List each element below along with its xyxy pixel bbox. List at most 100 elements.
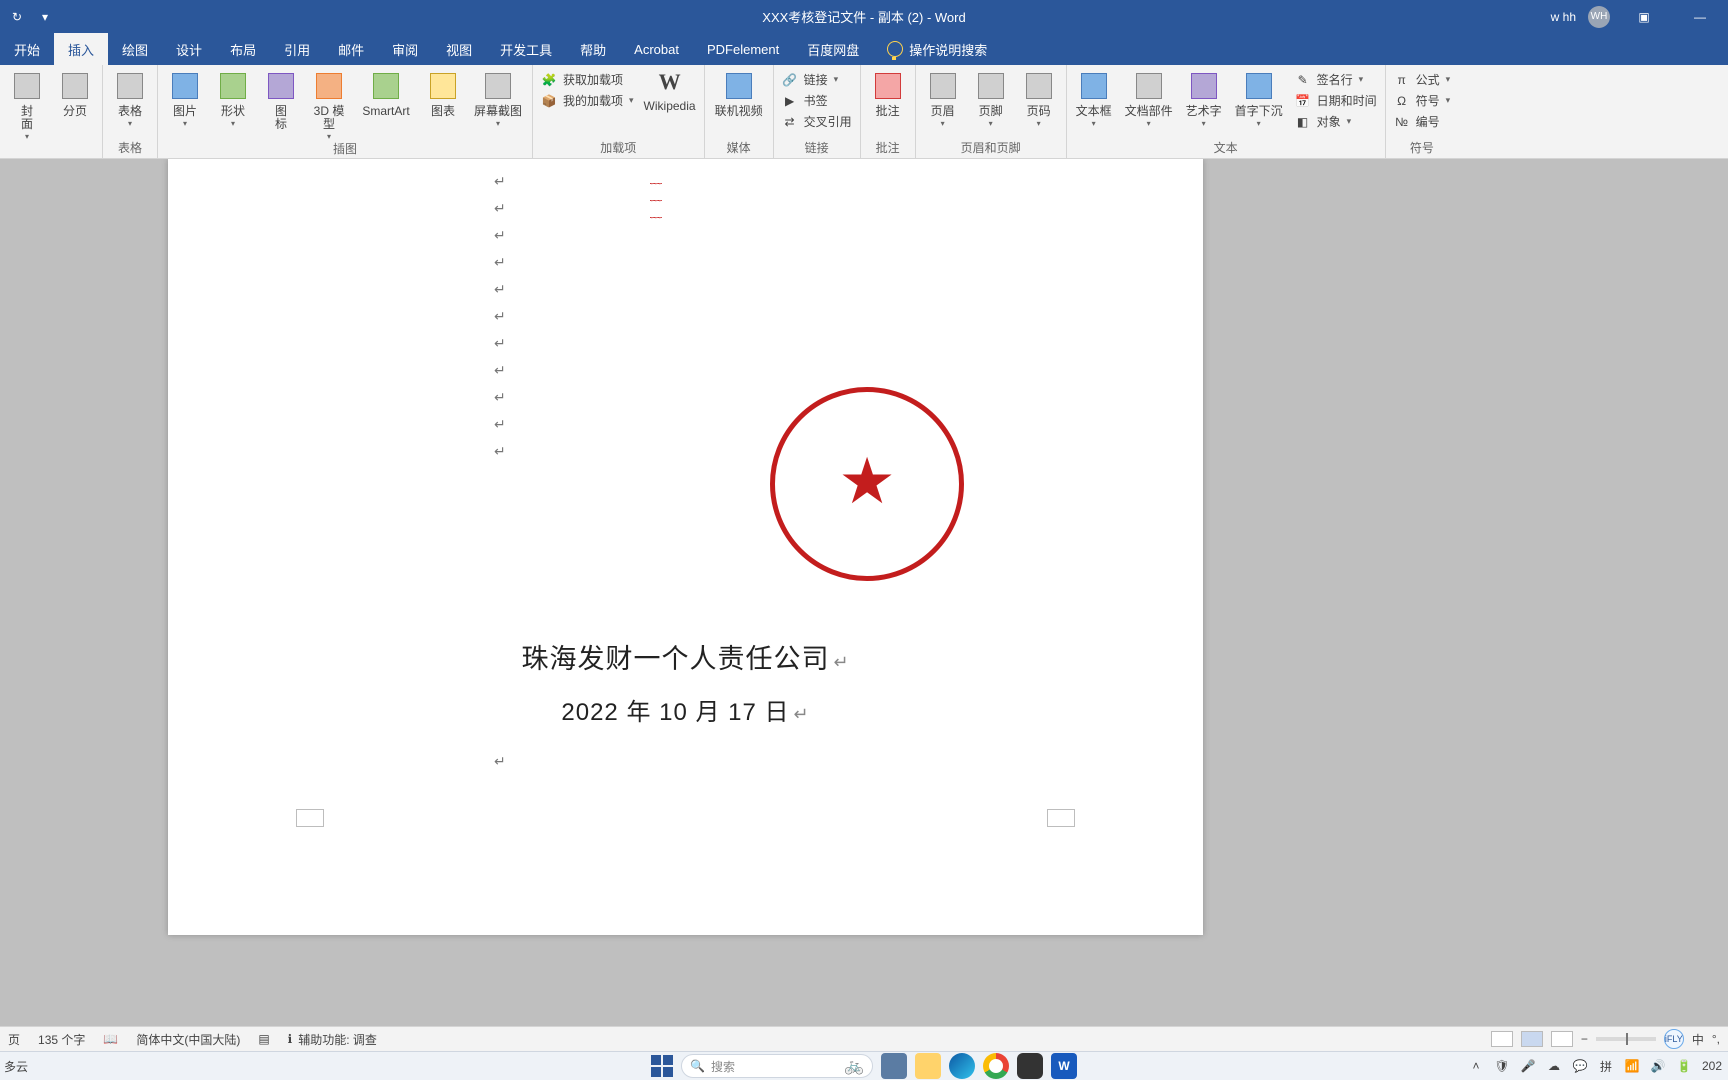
page-margin-corner xyxy=(296,809,324,827)
page-break-button[interactable]: 分页 xyxy=(56,67,94,118)
tray-volume-icon[interactable]: 🔊 xyxy=(1650,1058,1666,1074)
autosave-icon[interactable]: ↻ xyxy=(8,8,26,26)
paragraph-mark: ↵ xyxy=(494,753,506,770)
signature-line-button[interactable]: ✎签名行▾ xyxy=(1295,71,1377,88)
footer-button[interactable]: 页脚▾ xyxy=(972,67,1010,128)
document-page[interactable]: ﹏﹏﹏ ↵↵↵↵↵↵↵↵↵↵↵ ★ 珠海发财一个人责任公司↵ 2022 年 10… xyxy=(168,159,1203,935)
tab-mailings[interactable]: 邮件 xyxy=(324,33,378,65)
tab-home[interactable]: 开始 xyxy=(0,33,54,65)
wordart-button[interactable]: 艺术字▾ xyxy=(1185,67,1223,128)
object-button[interactable]: ◧对象▾ xyxy=(1295,113,1377,130)
status-macro[interactable]: ▤ xyxy=(258,1032,269,1046)
user-avatar[interactable]: WH xyxy=(1588,6,1610,28)
tell-me-search[interactable]: 操作说明搜索 xyxy=(873,33,987,65)
status-language[interactable]: 简体中文(中国大陆) xyxy=(136,1031,240,1048)
status-bar: 页 135 个字 📖 简体中文(中国大陆) ▤ ℹ辅助功能: 调查 − iFLY… xyxy=(0,1026,1728,1051)
date-line[interactable]: 2022 年 10 月 17 日↵ xyxy=(168,692,1203,727)
tab-insert[interactable]: 插入 xyxy=(54,33,108,65)
status-word-count[interactable]: 135 个字 xyxy=(38,1031,85,1048)
taskview-icon[interactable] xyxy=(881,1053,907,1079)
tab-pdfelement[interactable]: PDFelement xyxy=(693,33,793,65)
pi-icon: π xyxy=(1394,72,1410,88)
company-name-line[interactable]: 珠海发财一个人责任公司↵ xyxy=(168,637,1203,676)
tab-developer[interactable]: 开发工具 xyxy=(486,33,566,65)
page-number-button[interactable]: 页码▾ xyxy=(1020,67,1058,128)
status-page[interactable]: 页 xyxy=(8,1031,20,1048)
table-button[interactable]: 表格▾ xyxy=(111,67,149,128)
equation-button[interactable]: π公式▾ xyxy=(1394,71,1451,88)
minimize-button[interactable]: — xyxy=(1678,0,1722,33)
header-button[interactable]: 页眉▾ xyxy=(924,67,962,128)
explorer-icon[interactable] xyxy=(915,1053,941,1079)
smartart-button[interactable]: SmartArt xyxy=(358,67,414,118)
tab-help[interactable]: 帮助 xyxy=(566,33,620,65)
wikipedia-button[interactable]: WWikipedia xyxy=(644,67,696,113)
tab-references[interactable]: 引用 xyxy=(270,33,324,65)
tray-ime-icon[interactable]: 拼 xyxy=(1598,1058,1614,1074)
zoom-slider[interactable] xyxy=(1596,1037,1656,1041)
chart-button[interactable]: 图表 xyxy=(424,67,462,118)
person-icon: ℹ xyxy=(288,1032,293,1046)
group-symbols: π公式▾ Ω符号▾ №编号 符号 xyxy=(1386,65,1459,158)
print-layout-button[interactable] xyxy=(1521,1031,1543,1047)
status-spellcheck[interactable]: 📖 xyxy=(103,1032,118,1046)
word-icon[interactable]: W xyxy=(1051,1053,1077,1079)
store-icon: 🧩 xyxy=(541,72,557,88)
comment-button[interactable]: 批注 xyxy=(869,67,907,118)
tray-chevron-icon[interactable]: ˄ xyxy=(1468,1058,1484,1074)
taskbar-search[interactable]: 🔍 搜索 🚲 xyxy=(681,1054,873,1078)
bookmark-button[interactable]: ▶书签 xyxy=(782,92,852,109)
pictures-button[interactable]: 图片▾ xyxy=(166,67,204,128)
addins-icon: 📦 xyxy=(541,93,557,109)
group-tables: 表格▾ 表格 xyxy=(103,65,158,158)
zoom-out-button[interactable]: − xyxy=(1581,1032,1588,1046)
textbox-button[interactable]: 文本框▾ xyxy=(1075,67,1113,128)
link-button[interactable]: 🔗链接▾ xyxy=(782,71,852,88)
chrome-icon[interactable] xyxy=(983,1053,1009,1079)
ifly-badge[interactable]: iFLY xyxy=(1664,1029,1684,1049)
lightbulb-icon xyxy=(887,41,903,57)
tray-onedrive-icon[interactable]: ☁ xyxy=(1546,1058,1562,1074)
group-addins: 🧩获取加载项 📦我的加载项▾ WWikipedia 加载项 xyxy=(533,65,705,158)
status-extra-icon[interactable]: °, xyxy=(1712,1032,1720,1046)
tab-view[interactable]: 视图 xyxy=(432,33,486,65)
my-addins-button[interactable]: 📦我的加载项▾ xyxy=(541,92,634,109)
date-time-button[interactable]: 📅日期和时间 xyxy=(1295,92,1377,109)
shapes-button[interactable]: 形状▾ xyxy=(214,67,252,128)
page-margin-corner xyxy=(1047,809,1075,827)
ime-indicator[interactable]: 中 xyxy=(1692,1031,1704,1048)
tray-clock[interactable]: 202 xyxy=(1702,1059,1722,1073)
symbol-button[interactable]: Ω符号▾ xyxy=(1394,92,1451,109)
number-button[interactable]: №编号 xyxy=(1394,113,1451,130)
web-layout-button[interactable] xyxy=(1551,1031,1573,1047)
tray-battery-icon[interactable]: 🔋 xyxy=(1676,1058,1692,1074)
edge-icon[interactable] xyxy=(949,1053,975,1079)
status-accessibility[interactable]: ℹ辅助功能: 调查 xyxy=(288,1031,377,1048)
tab-review[interactable]: 审阅 xyxy=(378,33,432,65)
read-mode-button[interactable] xyxy=(1491,1031,1513,1047)
dropcap-button[interactable]: 首字下沉▾ xyxy=(1233,67,1285,128)
get-addins-button[interactable]: 🧩获取加载项 xyxy=(541,71,634,88)
tab-acrobat[interactable]: Acrobat xyxy=(620,33,693,65)
qat-customize-icon[interactable]: ▾ xyxy=(36,8,54,26)
screenshot-button[interactable]: 屏幕截图▾ xyxy=(472,67,524,128)
ribbon-display-icon[interactable]: ▣ xyxy=(1622,0,1666,33)
tab-draw[interactable]: 绘图 xyxy=(108,33,162,65)
icons-button[interactable]: 图 标 xyxy=(262,67,300,131)
3d-models-button[interactable]: 3D 模 型▾ xyxy=(310,67,348,141)
tray-chat-icon[interactable]: 💬 xyxy=(1572,1058,1588,1074)
tab-baidu[interactable]: 百度网盘 xyxy=(793,33,873,65)
start-button[interactable] xyxy=(651,1055,673,1077)
tray-wifi-icon[interactable]: 📶 xyxy=(1624,1058,1640,1074)
tab-design[interactable]: 设计 xyxy=(162,33,216,65)
app-icon[interactable] xyxy=(1017,1053,1043,1079)
cross-reference-button[interactable]: ⇄交叉引用 xyxy=(782,113,852,130)
cover-page-button[interactable]: 封 面▾ xyxy=(8,67,46,141)
tab-layout[interactable]: 布局 xyxy=(216,33,270,65)
online-video-button[interactable]: 联机视频 xyxy=(713,67,765,118)
tray-shield-icon[interactable]: 🛡 xyxy=(1494,1058,1510,1074)
taskbar-weather[interactable]: 多云 xyxy=(4,1058,28,1075)
tray-mic-icon[interactable]: 🎤 xyxy=(1520,1058,1536,1074)
quick-parts-button[interactable]: 文档部件▾ xyxy=(1123,67,1175,128)
document-canvas[interactable]: ﹏﹏﹏ ↵↵↵↵↵↵↵↵↵↵↵ ★ 珠海发财一个人责任公司↵ 2022 年 10… xyxy=(0,159,1728,1026)
